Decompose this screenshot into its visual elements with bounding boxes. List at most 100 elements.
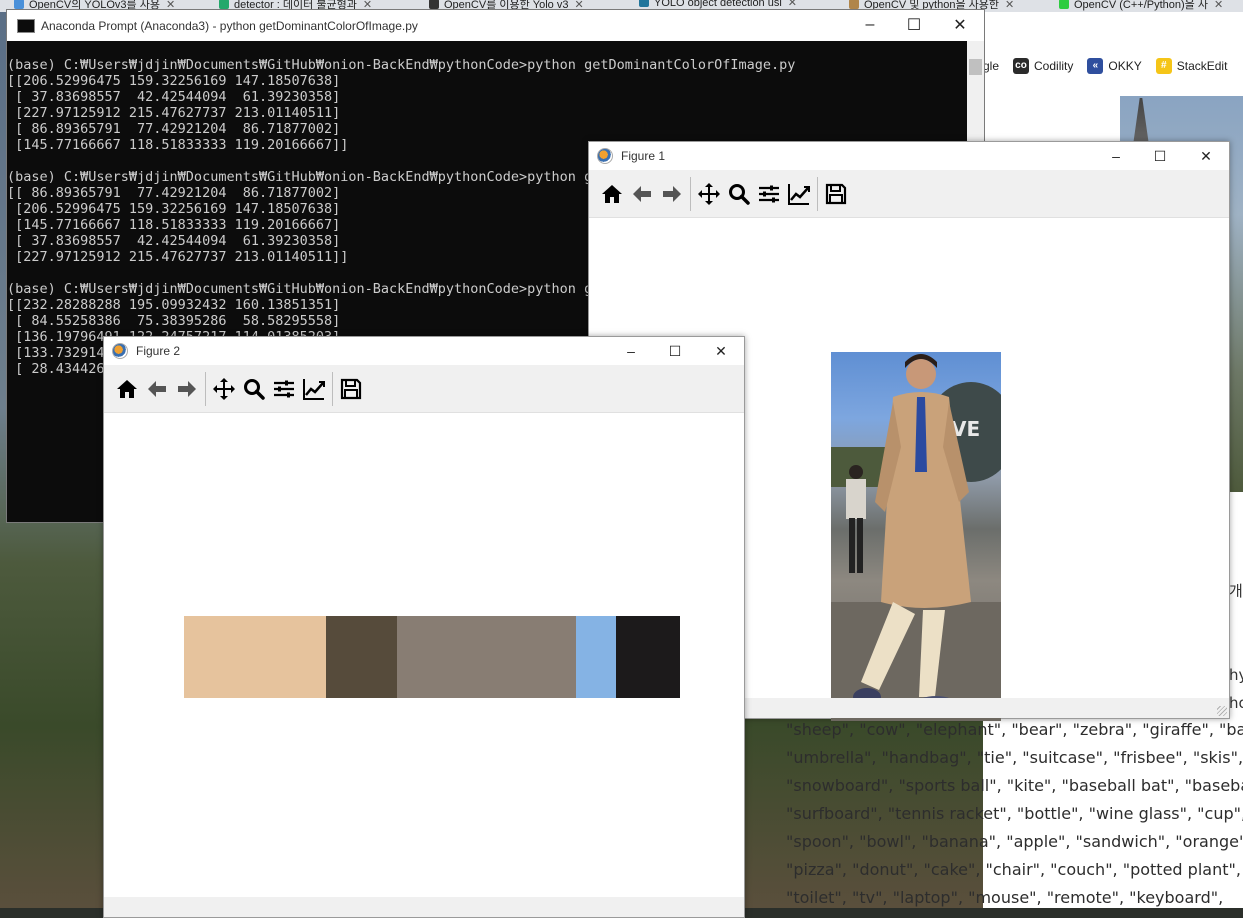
terminal-line: [ 37.83698557 42.42544094 61.39230358] [7,233,341,249]
edit-axis-icon[interactable] [784,177,814,211]
tab-favicon-icon [219,0,229,9]
dominant-color-bar [184,616,680,698]
tab-close-icon[interactable]: ✕ [788,0,797,9]
tab-favicon-icon [849,0,859,9]
terminal-line: [133.732914 [7,345,105,361]
page-text-line: "sheep", "cow", "elephant", "bear", "zeb… [786,720,1243,739]
matplotlib-icon [112,343,128,359]
terminal-icon [17,18,35,33]
resize-grip[interactable] [1217,706,1227,716]
maximize-button[interactable]: ☐ [891,10,937,40]
figure-2-canvas[interactable] [104,414,744,897]
toolbar-separator [332,371,333,406]
home-icon[interactable] [112,372,142,406]
terminal-line: [227.97125912 215.47627737 213.01140511]… [7,249,349,265]
forward-arrow-icon[interactable] [172,372,202,406]
terminal-title: Anaconda Prompt (Anaconda3) - python get… [41,18,418,33]
figure-2-title: Figure 2 [136,344,181,358]
toolbar-separator [817,176,818,211]
save-icon[interactable] [821,177,851,211]
toolbar-separator [205,371,206,406]
minimize-button[interactable]: – [608,337,654,365]
tab-close-icon[interactable]: ✕ [1005,0,1014,11]
terminal-line: [206.52996475 159.32256169 147.18507638] [7,201,341,217]
color-segment [615,616,680,698]
tab-label: YOLO object detection usi [654,0,782,9]
figure-2-toolbar [104,365,744,413]
maximize-button[interactable]: ☐ [652,337,698,365]
bookmark-label: OKKY [1108,59,1142,73]
tab-favicon-icon [1059,0,1069,9]
pan-icon[interactable] [694,177,724,211]
page-text-line: "pizza", "donut", "cake", "chair", "couc… [786,860,1243,879]
bookmark-item[interactable]: gle [983,59,999,73]
bookmark-label: StackEdit [1176,59,1228,73]
tab-close-icon[interactable]: ✕ [1214,0,1223,11]
bookmarks-bar: gle co Codility « OKKY # StackEdit [983,52,1243,80]
terminal-line: [ 86.89365791 77.42921204 86.71877002] [7,121,341,137]
terminal-line: [[206.52996475 159.32256169 147.18507638… [7,73,341,89]
terminal-line: [ 84.55258386 75.38395286 58.58295558] [7,313,341,329]
back-arrow-icon[interactable] [142,372,172,406]
configure-subplots-icon[interactable] [754,177,784,211]
zoom-icon[interactable] [239,372,269,406]
tab-favicon-icon [429,0,439,9]
bookmark-icon: # [1155,58,1172,74]
close-button[interactable]: ✕ [1183,142,1229,170]
matplotlib-icon [597,148,613,164]
close-button[interactable]: ✕ [698,337,744,365]
pan-icon[interactable] [209,372,239,406]
page-text-fragment: ho [1229,694,1243,712]
page-text-line: "surfboard", "tennis racket", "bottle", … [786,804,1243,823]
home-icon[interactable] [597,177,627,211]
terminal-line: [[ 86.89365791 77.42921204 86.71877002] [7,185,341,201]
tab-favicon-icon [639,0,649,7]
terminal-line: [145.77166667 118.51833333 119.20166667]… [7,137,349,153]
page-text-fragment: hy [1229,666,1243,684]
page-text-line: "snowboard", "sports ball", "kite", "bas… [786,776,1243,795]
terminal-line: (base) C:₩Users₩jdjin₩Documents₩GitHub₩o… [7,169,601,185]
minimize-button[interactable]: – [847,10,893,40]
zoom-icon[interactable] [724,177,754,211]
close-button[interactable]: ✕ [937,10,983,40]
back-arrow-icon[interactable] [627,177,657,211]
color-segment [575,616,616,698]
person-image: VE [831,352,1001,721]
minimize-button[interactable]: – [1093,142,1139,170]
browser-tab[interactable]: OpenCV (C++/Python)을 사 ✕ [1059,0,1243,12]
page-text-line: "toilet", "tv", "laptop", "mouse", "remo… [786,888,1224,907]
page-text-line: "spoon", "bowl", "banana", "apple", "san… [786,832,1243,851]
terminal-line: [ 28.434426 [7,361,105,377]
bookmark-label: gle [983,59,1000,73]
figure-2-window[interactable]: Figure 2 – ☐ ✕ [103,336,745,918]
tab-favicon-icon [14,0,24,9]
bookmark-item[interactable]: # StackEdit [1155,58,1228,74]
bookmark-icon: co [1013,58,1030,74]
page-text-fragment: 개 [1229,582,1243,600]
edit-axis-icon[interactable] [299,372,329,406]
color-segment [184,616,326,698]
tab-label: OpenCV (C++/Python)을 사 [1074,0,1208,11]
maximize-button[interactable]: ☐ [1137,142,1183,170]
page-text-line: "umbrella", "handbag", "tie", "suitcase"… [786,748,1243,767]
figure-1-title-bar[interactable]: Figure 1 – ☐ ✕ [589,142,1229,170]
configure-subplots-icon[interactable] [269,372,299,406]
save-icon[interactable] [336,372,366,406]
toolbar-separator [690,176,691,211]
figure-2-status-bar [104,897,744,917]
terminal-line: [145.77166667 118.51833333 119.20166667] [7,217,341,233]
color-segment [325,616,397,698]
color-segment [396,616,576,698]
terminal-line: [227.97125912 215.47627737 213.01140511] [7,105,341,121]
terminal-line: [[232.28288288 195.09932432 160.13851351… [7,297,341,313]
figure-1-title: Figure 1 [621,149,666,163]
terminal-title-bar[interactable]: Anaconda Prompt (Anaconda3) - python get… [7,10,984,41]
figure-2-title-bar[interactable]: Figure 2 – ☐ ✕ [104,337,744,365]
terminal-line: (base) C:₩Users₩jdjin₩Documents₩GitHub₩o… [7,281,601,297]
forward-arrow-icon[interactable] [657,177,687,211]
bookmark-item[interactable]: co Codility [1013,58,1073,74]
bookmark-icon: « [1087,58,1104,74]
bookmark-item[interactable]: « OKKY [1087,58,1142,74]
figure-1-toolbar [589,170,1229,218]
scrollbar-thumb[interactable] [969,59,982,75]
